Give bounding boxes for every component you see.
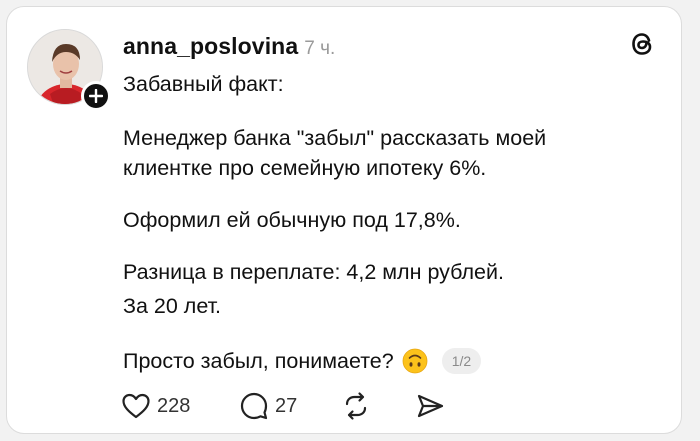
like-button[interactable]: 228 xyxy=(121,392,239,420)
repost-button[interactable] xyxy=(341,391,415,421)
post-last-line: Просто забыл, понимаете? 1/2 xyxy=(123,346,482,376)
comment-count: 27 xyxy=(275,394,298,417)
repost-icon xyxy=(345,392,367,420)
upside-down-face-icon xyxy=(402,348,428,374)
username-link[interactable]: anna_poslovina xyxy=(123,33,298,60)
post-time[interactable]: 7 ч. xyxy=(304,38,335,60)
post-text-line: Менеджер банка "забыл" рассказать моей xyxy=(123,126,547,150)
carousel-page-indicator: 1/2 xyxy=(441,348,482,374)
comment-button[interactable]: 27 xyxy=(239,391,341,421)
post-text-line: клиентке про семейную ипотеку 6%. xyxy=(123,156,487,180)
action-bar: 228 27 xyxy=(121,391,445,421)
post-header: anna_poslovina 7 ч. xyxy=(123,33,335,60)
post-text-line: За 20 лет. xyxy=(123,294,222,318)
plus-icon xyxy=(89,89,103,103)
share-button[interactable] xyxy=(415,391,445,421)
threads-logo-icon[interactable] xyxy=(627,29,657,59)
comment-bubble-icon xyxy=(240,392,268,420)
post-text-line: Разница в переплате: 4,2 млн рублей. xyxy=(123,260,504,284)
like-count: 228 xyxy=(157,394,191,417)
send-icon xyxy=(417,394,444,418)
post-text-line: Забавный факт: xyxy=(123,72,284,96)
post-text-line: Просто забыл, понимаете? xyxy=(123,349,394,373)
post-text-line: Оформил ей обычную под 17,8%. xyxy=(123,208,461,232)
follow-button[interactable] xyxy=(81,81,111,111)
avatar-container[interactable] xyxy=(27,29,111,111)
heart-icon xyxy=(122,393,150,419)
post-card: anna_poslovina 7 ч. Забавный факт: Менед… xyxy=(6,6,682,434)
